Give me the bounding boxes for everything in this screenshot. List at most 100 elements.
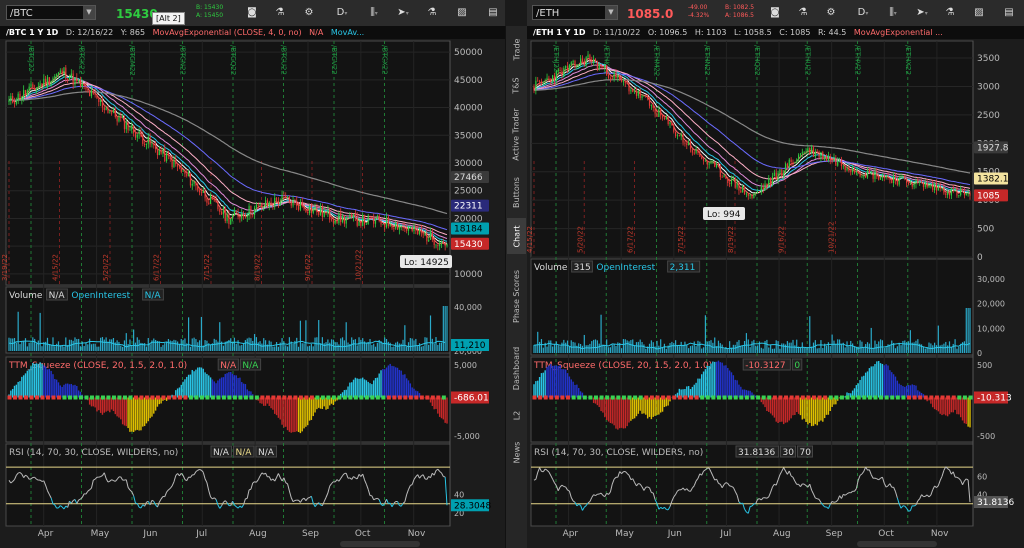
symbol-input[interactable]: /ETH ▼ xyxy=(532,5,618,20)
volume-bar xyxy=(922,346,925,353)
squeeze-bar xyxy=(568,376,571,398)
tab-dashboard[interactable]: Dashboard xyxy=(507,338,526,398)
candle-body xyxy=(630,89,632,92)
candle-body xyxy=(35,87,38,91)
candle-body xyxy=(708,163,710,165)
volume-bar xyxy=(215,339,217,351)
candle-body xyxy=(870,171,872,173)
tab-phase-scores[interactable]: Phase Scores xyxy=(507,256,526,336)
volume-bar xyxy=(591,341,593,353)
gear-icon[interactable]: ⚙ xyxy=(823,5,839,20)
symbol-dropdown-icon[interactable]: ▼ xyxy=(83,6,95,19)
candle-body xyxy=(391,224,393,229)
volume-bar xyxy=(917,339,919,353)
squeeze-bar xyxy=(52,374,54,398)
rsi-header-label: N/A xyxy=(258,448,275,458)
candle-body xyxy=(123,116,126,130)
candle-body xyxy=(624,80,626,83)
symbol-dropdown-icon[interactable]: ▼ xyxy=(605,6,617,19)
candle-body xyxy=(235,210,237,213)
candle-body xyxy=(885,175,887,178)
flask-icon[interactable]: ⚗ xyxy=(272,5,288,20)
tab-ts[interactable]: T&S xyxy=(507,70,526,100)
squeeze-bar xyxy=(551,365,554,398)
squeeze-dot xyxy=(968,395,973,400)
aggregation-button[interactable]: D▾ xyxy=(855,5,871,20)
rsi-line xyxy=(815,497,818,500)
volume-bar xyxy=(583,334,585,353)
drawing-icon[interactable]: ▨ xyxy=(971,5,987,20)
cursor-icon[interactable]: ➤▾ xyxy=(395,5,411,20)
left-chart-svg[interactable]: 5000045000400003500030000250002000015000… xyxy=(0,39,505,548)
squeeze-bar xyxy=(868,368,871,398)
camera-icon[interactable]: ◙ xyxy=(244,5,260,20)
rsi-line xyxy=(874,477,878,480)
volume-bar xyxy=(563,339,565,353)
event-symbol-label: /ETHN22 xyxy=(703,45,711,75)
tab-chart[interactable]: Chart xyxy=(507,218,526,254)
squeeze-dot xyxy=(78,395,83,400)
candle-body xyxy=(581,58,584,62)
squeeze-bar xyxy=(114,397,116,415)
candle-body xyxy=(283,194,285,196)
volume-bar xyxy=(406,346,408,351)
candle-body xyxy=(349,214,351,219)
volume-bar xyxy=(158,341,160,351)
rsi-line xyxy=(757,498,760,500)
squeeze-bar xyxy=(781,397,783,422)
tab-news[interactable]: News xyxy=(507,432,526,472)
candle-body xyxy=(695,149,697,153)
candle-body xyxy=(158,150,160,156)
volume-bar xyxy=(17,311,19,351)
cursor-icon[interactable]: ➤▾ xyxy=(914,5,930,20)
candle-body xyxy=(641,96,643,98)
volume-bar xyxy=(261,343,263,351)
squeeze-dot xyxy=(177,395,182,400)
volume-bar xyxy=(874,340,876,353)
volume-bar xyxy=(613,344,615,353)
volume-bar xyxy=(870,327,872,353)
tab-trade[interactable]: Trade xyxy=(507,30,526,68)
style-icon[interactable]: ⫼▾ xyxy=(885,5,901,20)
right-chart-svg[interactable]: 3500300025002000150010005000AprMayJunJul… xyxy=(527,39,1024,548)
tab-active-trader[interactable]: Active Trader xyxy=(507,102,526,166)
tab-l2[interactable]: L2 xyxy=(507,400,526,430)
candle-body xyxy=(948,192,951,196)
candle-body xyxy=(46,77,49,87)
event-date-label: 9/16/22 xyxy=(777,226,785,253)
more-icon[interactable]: ▤ xyxy=(1001,5,1017,20)
volume-bar xyxy=(702,347,705,353)
squeeze-dot xyxy=(89,395,94,400)
tab-buttons[interactable]: Buttons xyxy=(507,168,526,216)
volume-bar xyxy=(561,342,563,353)
candle-body xyxy=(72,73,74,85)
gear-icon[interactable]: ⚙ xyxy=(301,5,317,20)
squeeze-dot xyxy=(359,395,364,400)
squeeze-bar xyxy=(641,397,643,414)
flask-icon[interactable]: ⚗ xyxy=(795,5,811,20)
candle-body xyxy=(688,142,690,145)
candle-body xyxy=(439,244,441,246)
y-tick-label: 10,000 xyxy=(977,324,1005,333)
squeeze-bar xyxy=(301,397,303,432)
style-icon[interactable]: ⫼▾ xyxy=(366,5,382,20)
symbol-input[interactable]: /BTC ▼ xyxy=(6,5,96,20)
candle-body xyxy=(937,186,939,191)
rsi-line xyxy=(375,497,378,500)
squeeze-header-label: N/A xyxy=(242,361,259,371)
volume-bar xyxy=(770,345,772,353)
more-icon[interactable]: ▤ xyxy=(485,5,501,20)
candle-body xyxy=(330,219,333,221)
volume-bar xyxy=(395,342,397,351)
aggregation-button[interactable]: D▾ xyxy=(334,5,350,20)
studies-icon[interactable]: ⚗ xyxy=(424,5,440,20)
volume-bar xyxy=(166,341,168,351)
event-symbol-label: /ETHX22 xyxy=(904,45,912,75)
camera-icon[interactable]: ◙ xyxy=(767,5,783,20)
drawing-icon[interactable]: ▨ xyxy=(454,5,470,20)
candle-body xyxy=(54,75,56,79)
squeeze-dot xyxy=(161,395,166,400)
event-date-label: 6/17/22 xyxy=(153,254,161,281)
volume-bar xyxy=(209,344,212,351)
studies-icon[interactable]: ⚗ xyxy=(942,5,958,20)
